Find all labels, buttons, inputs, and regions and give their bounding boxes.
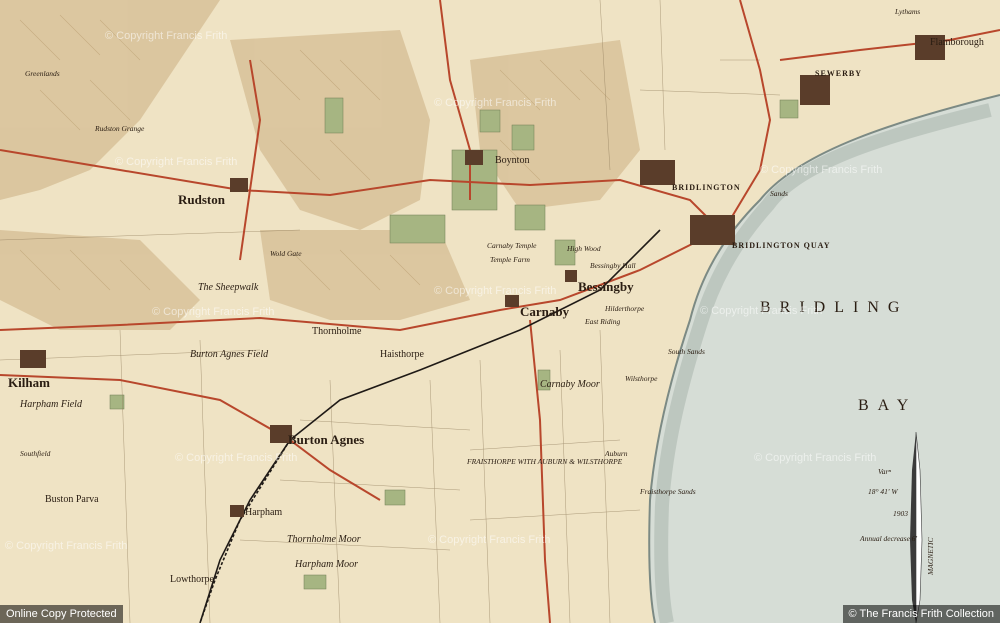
label-burton-agnes-field: Burton Agnes Field	[190, 349, 269, 360]
label-sands: Sands	[770, 189, 788, 198]
label-wold-gate: Wold Gate	[270, 249, 302, 258]
compass-magnetic-label: MAGNETIC	[926, 537, 935, 576]
label-lowthorpe: Lowthorpe	[170, 574, 214, 585]
label-harpham-moor: Harpham Moor	[295, 559, 359, 570]
label-auburn: Auburn	[605, 449, 628, 458]
label-carnaby: Carnaby	[520, 304, 570, 319]
label-east-riding: East Riding	[585, 317, 621, 326]
label-greenlands: Greenlands	[25, 69, 60, 78]
label-kilham: Kilham	[8, 375, 50, 390]
label-bessingby: Bessingby	[578, 279, 634, 294]
watermark: © Copyright Francis Frith	[434, 97, 557, 109]
label-buston-parva: Buston Parva	[45, 494, 99, 505]
label-burton-agnes: Burton Agnes	[288, 432, 365, 447]
watermark: © Copyright Francis Frith	[428, 534, 551, 546]
label-the-sheepwalk: The Sheepwalk	[198, 282, 259, 293]
compass-variation-value: 18° 41' W	[868, 487, 898, 496]
footer-protection-notice: Online Copy Protected	[0, 605, 123, 623]
label-temple-farm: Temple Farm	[490, 255, 530, 264]
label-lythams: Lythams	[895, 7, 921, 16]
label-harpham-field: Harpham Field	[20, 399, 82, 410]
label-bridlington-quay: BRIDLINGTON QUAY	[732, 241, 831, 250]
label-harpham: Harpham	[245, 507, 283, 518]
map-canvas[interactable]: Rudston Kilham Burton Agnes Carnaby Bess…	[0, 0, 1000, 623]
label-carnaby-temple: Carnaby Temple	[487, 241, 537, 250]
compass-year: 1903	[893, 509, 908, 518]
watermark: © Copyright Francis Frith	[700, 305, 823, 317]
label-carnaby-moor: Carnaby Moor	[540, 379, 600, 390]
label-haisthorpe: Haisthorpe	[380, 349, 424, 360]
label-thornholme-moor: Thornholme Moor	[287, 534, 361, 545]
label-bridlington-bay-2: BAY	[858, 397, 918, 414]
label-bessingby-hall: Bessingby Hall	[590, 261, 636, 270]
compass-variation-label: Varⁿ	[878, 467, 891, 476]
label-boynton: Boynton	[495, 155, 530, 166]
label-bridlington: BRIDLINGTON	[672, 183, 741, 192]
watermark: © Copyright Francis Frith	[5, 540, 128, 552]
label-south-sands: South Sands	[668, 347, 705, 356]
label-hilderthorpe: Hilderthorpe	[605, 304, 645, 313]
watermark: © Copyright Francis Frith	[152, 306, 275, 318]
watermark: © Copyright Francis Frith	[175, 452, 298, 464]
label-fraisthorpe-sands: Fraisthorpe Sands	[640, 487, 696, 496]
label-sewerby: SEWERBY	[815, 69, 863, 78]
label-flamborough: Flamborough	[930, 37, 984, 48]
watermark: © Copyright Francis Frith	[760, 164, 883, 176]
label-wilsthorpe: Wilsthorpe	[625, 374, 658, 383]
label-southfield: Southfield	[20, 449, 51, 458]
compass-annual-decrease: Annual decrease 6'	[860, 534, 918, 543]
watermark: © Copyright Francis Frith	[434, 285, 557, 297]
watermark: © Copyright Francis Frith	[105, 30, 228, 42]
label-thornholme: Thornholme	[312, 326, 362, 337]
watermark: © Copyright Francis Frith	[115, 156, 238, 168]
watermark: © Copyright Francis Frith	[754, 452, 877, 464]
label-rudston: Rudston	[178, 192, 225, 207]
label-rudston-grange: Rudston Grange	[95, 124, 145, 133]
footer-copyright: © The Francis Frith Collection	[842, 605, 1000, 623]
label-fraisthorpe: FRAISTHORPE WITH AUBURN & WILSTHORPE	[467, 457, 623, 466]
label-high-wood: High Wood	[567, 244, 601, 253]
